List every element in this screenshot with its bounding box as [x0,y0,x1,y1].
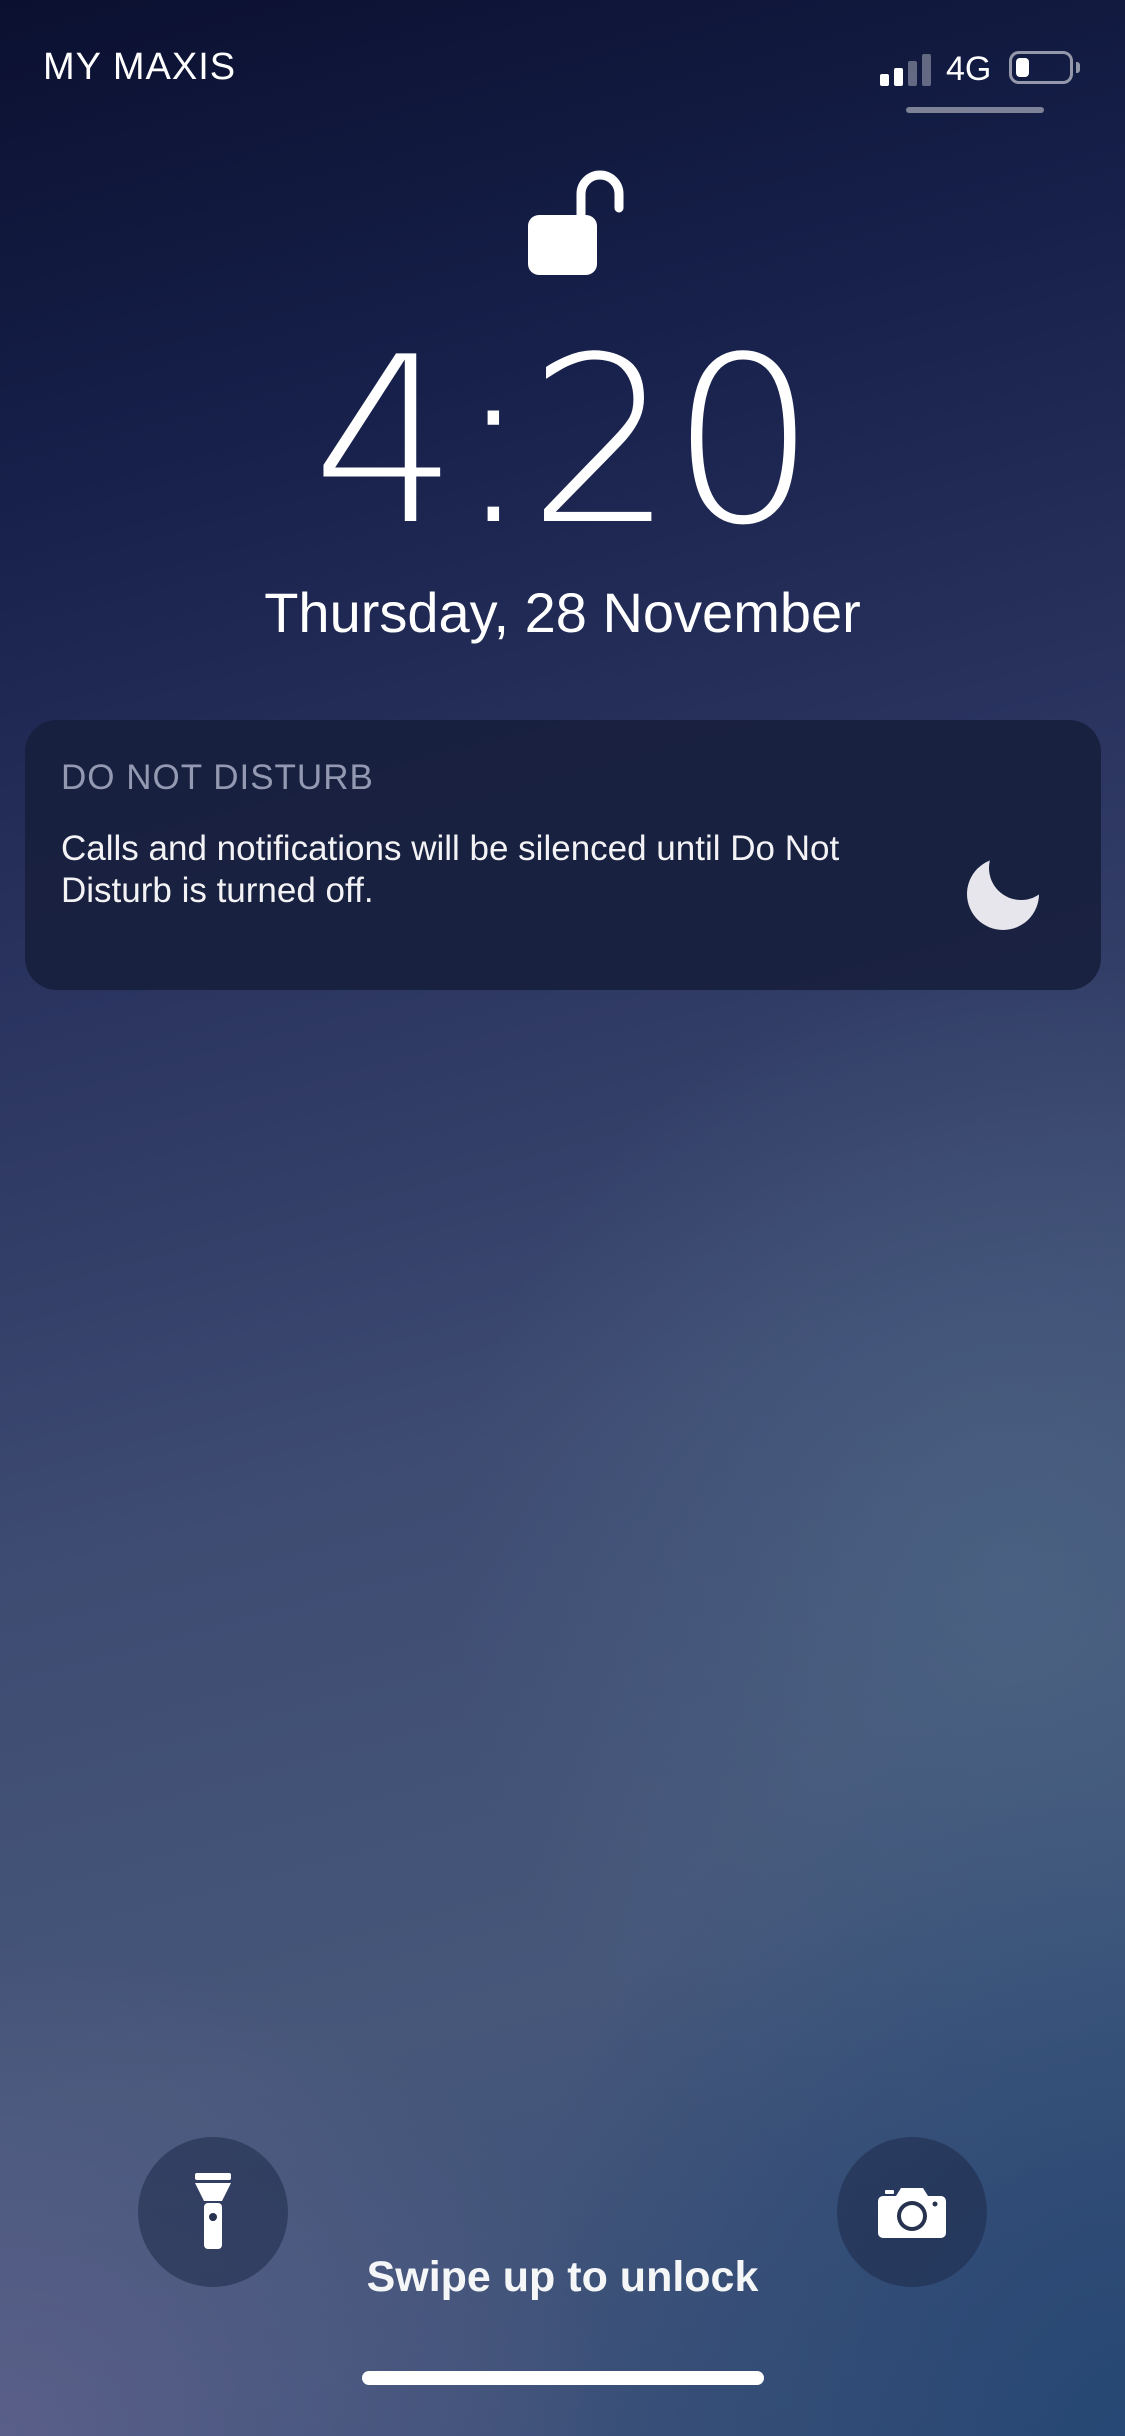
camera-icon [878,2188,946,2238]
notification-title: DO NOT DISTURB [61,758,374,797]
moon-icon [967,858,1039,930]
notification-body: Calls and notifications will be silenced… [61,829,840,910]
battery-level-fill [1016,58,1029,77]
battery-icon [1009,51,1073,84]
home-indicator[interactable] [362,2371,764,2385]
signal-bar [880,74,889,86]
do-not-disturb-notification[interactable]: DO NOT DISTURB Calls and notifications w… [25,720,1101,990]
lock-screen: MY MAXIS 4G 4:20 Thursday, 28 November D… [0,0,1125,2436]
signal-bar [908,61,917,86]
signal-bar [894,68,903,86]
flashlight-icon [195,2173,231,2249]
carrier-name: MY MAXIS [43,46,237,88]
swipe-up-hint: Swipe up to unlock [366,2253,759,2301]
clock-time: 4:20 [312,309,817,576]
signal-bar [922,54,931,86]
network-type: 4G [946,50,992,88]
clock-date: Thursday, 28 November [264,581,861,644]
unlocked-padlock-icon [528,170,624,275]
control-center-indicator[interactable] [906,107,1044,113]
signal-strength-icon [880,52,934,86]
battery-tip [1076,62,1080,73]
